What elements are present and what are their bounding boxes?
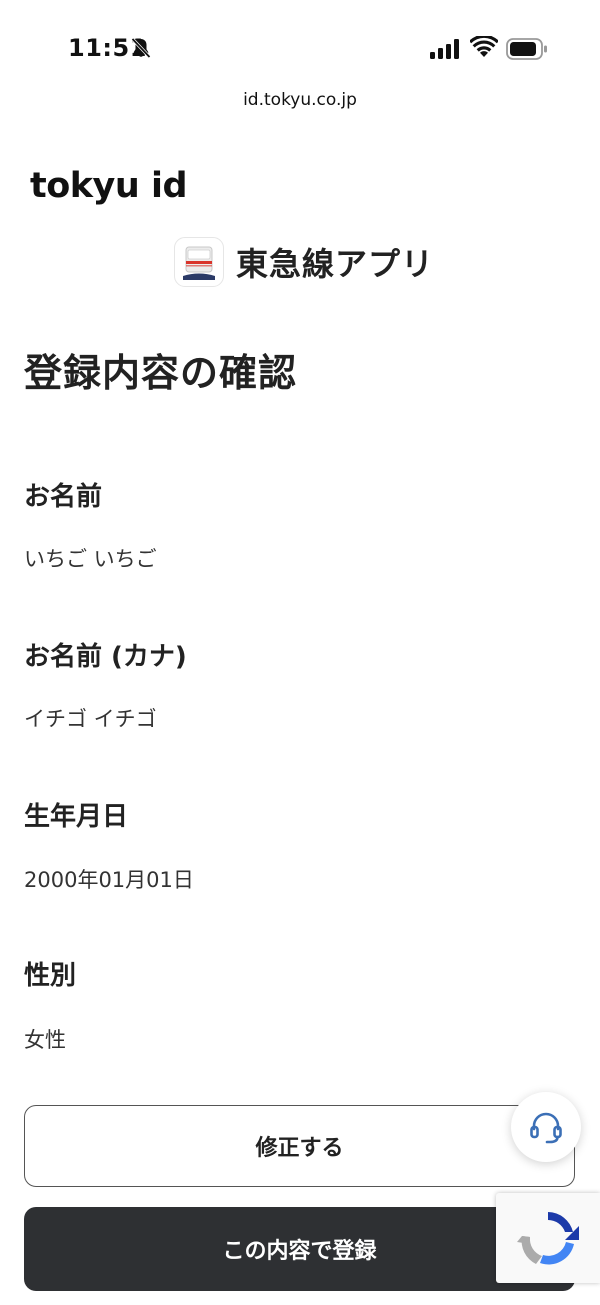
field-value-name-kana: イチゴ イチゴ <box>24 707 157 731</box>
field-value-name: いちご いちご <box>24 547 157 571</box>
tokyu-id-logo: tokyu id <box>30 166 188 206</box>
recaptcha-badge[interactable] <box>496 1193 600 1283</box>
wifi-icon <box>470 36 498 57</box>
train-app-icon <box>174 237 224 287</box>
page-title: 登録内容の確認 <box>24 351 298 395</box>
edit-button[interactable]: 修正する <box>24 1105 575 1187</box>
battery-icon <box>506 38 547 60</box>
bell-muted-icon <box>131 37 151 59</box>
field-label-gender: 性別 <box>24 961 77 991</box>
status-bar: 11:51 <box>0 0 600 80</box>
register-button[interactable]: この内容で登録 <box>24 1207 575 1291</box>
field-label-name-kana: お名前 (カナ) <box>24 642 187 672</box>
support-chat-button[interactable] <box>511 1092 581 1162</box>
field-label-name: お名前 <box>24 482 103 512</box>
browser-url[interactable]: id.tokyu.co.jp <box>0 90 600 110</box>
field-label-birthdate: 生年月日 <box>24 802 129 832</box>
field-value-gender: 女性 <box>24 1028 66 1052</box>
train-icon <box>183 246 215 280</box>
field-value-birthdate: 2000年01月01日 <box>24 868 194 892</box>
headset-icon <box>530 1112 562 1144</box>
app-name: 東急線アプリ <box>236 245 435 283</box>
recaptcha-icon <box>517 1212 579 1265</box>
app-header: 東急線アプリ <box>174 236 434 288</box>
cellular-signal-icon <box>430 39 459 59</box>
